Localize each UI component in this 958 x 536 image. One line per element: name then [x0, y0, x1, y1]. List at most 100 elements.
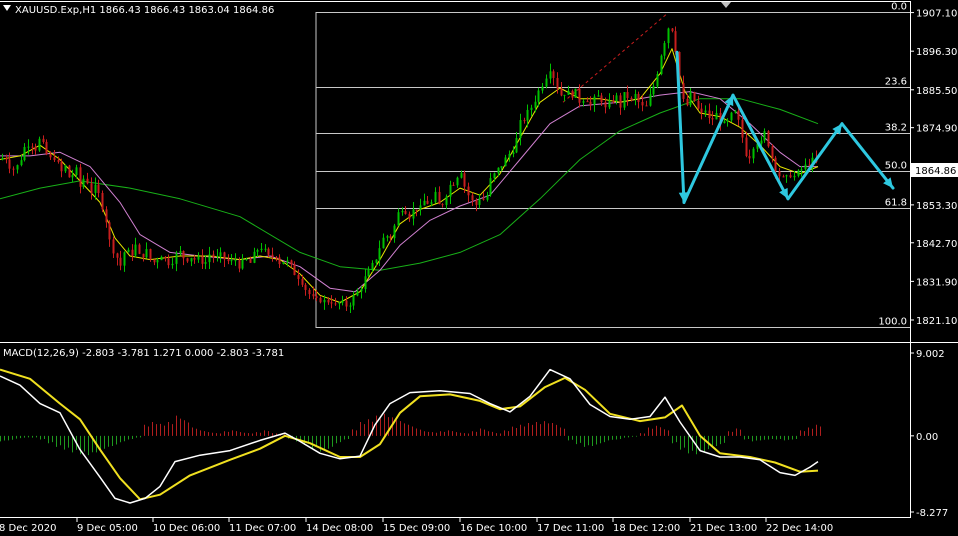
candle-body: [5, 158, 8, 160]
candle-body: [500, 166, 503, 168]
candle-body: [401, 211, 404, 213]
candle-body: [408, 213, 411, 219]
candle-body: [315, 296, 318, 298]
candle-body: [715, 112, 718, 120]
candle-body: [223, 252, 226, 260]
candle-body: [434, 191, 437, 203]
price-tick-label: 1853.30: [916, 201, 957, 212]
candle-body: [471, 195, 474, 201]
candle-body: [574, 88, 577, 98]
macd-tick-label: 9.002: [916, 349, 945, 360]
candle-body: [297, 275, 300, 279]
candle-body: [179, 251, 182, 254]
candle-body: [212, 254, 215, 258]
candle-body: [312, 294, 315, 297]
candle-body: [371, 262, 374, 270]
candle-body: [430, 202, 433, 204]
candle-body: [341, 300, 344, 303]
candle-body: [774, 157, 777, 172]
candle-body: [723, 121, 726, 124]
candle-body: [116, 253, 119, 258]
candle-body: [142, 253, 145, 258]
candle-body: [68, 165, 71, 178]
candle-body: [519, 120, 522, 139]
candle-body: [745, 137, 748, 157]
candle-body: [245, 259, 248, 261]
candle-body: [108, 222, 111, 240]
candle-body: [219, 252, 222, 257]
candle-body: [16, 165, 19, 170]
candle-body: [275, 257, 278, 259]
fib-level-label: 38.2: [885, 123, 907, 134]
candle-body: [282, 262, 285, 265]
candle-body: [60, 161, 63, 172]
candle-body: [608, 100, 611, 108]
candle-body: [689, 92, 692, 106]
candle-body: [216, 256, 219, 258]
candle-body: [600, 95, 603, 103]
candle-body: [253, 251, 256, 263]
candle-body: [378, 248, 381, 260]
candle-body: [264, 248, 267, 250]
candle-body: [127, 249, 130, 253]
candle-body: [160, 256, 163, 261]
candle-body: [338, 302, 341, 304]
candle-body: [419, 205, 422, 210]
candle-body: [563, 94, 566, 96]
candle-body: [797, 170, 800, 176]
candle-body: [626, 92, 629, 98]
price-tick-label: 1896.30: [916, 47, 957, 58]
candle-body: [663, 43, 666, 56]
fib-level-label: 61.8: [885, 198, 907, 209]
candle-body: [604, 102, 607, 108]
candle-body: [804, 164, 807, 170]
candle-body: [660, 55, 663, 75]
candle-body: [785, 175, 788, 177]
candle-body: [134, 244, 137, 256]
candle-body: [426, 200, 429, 204]
price-tick-label: 1874.90: [916, 124, 957, 135]
candle-body: [323, 299, 326, 303]
candle-body: [686, 98, 689, 106]
time-tick-label: 11 Dec 07:00: [229, 523, 296, 534]
fib-level-label: 23.6: [885, 77, 907, 88]
candle-body: [330, 302, 333, 304]
candle-body: [230, 260, 233, 262]
candle-body: [90, 183, 93, 193]
price-tick-label: 1907.10: [916, 9, 957, 20]
candle-body: [586, 101, 589, 103]
candle-body: [737, 110, 740, 120]
candle-body: [290, 260, 293, 265]
candle-body: [526, 109, 529, 121]
candle-body: [634, 93, 637, 99]
candle-body: [763, 131, 766, 141]
candle-body: [386, 236, 389, 238]
candle-body: [38, 138, 41, 151]
candle-body: [467, 186, 470, 196]
candle-body: [523, 120, 526, 122]
macd-title: MACD(12,26,9) -2.803 -3.781 1.271 0.000 …: [3, 348, 284, 359]
price-tick-label: 1831.90: [916, 277, 957, 288]
macd-tick-label: -8.277: [916, 508, 948, 519]
candle-body: [482, 198, 485, 200]
candle-body: [352, 295, 355, 306]
candle-body: [760, 140, 763, 144]
fib-level-label: 100.0: [878, 317, 907, 328]
candle-body: [349, 305, 352, 307]
candle-body: [767, 131, 770, 147]
candle-body: [286, 260, 289, 263]
candle-body: [645, 105, 648, 107]
main-chart-title: XAUUSD.Exp,H1 1866.43 1866.43 1863.04 18…: [15, 5, 274, 16]
candle-body: [301, 278, 304, 285]
chart-background: [0, 0, 958, 536]
candle-body: [456, 177, 459, 186]
candle-body: [208, 254, 211, 263]
candle-body: [711, 118, 714, 120]
time-tick-label: 8 Dec 2020: [0, 523, 57, 534]
candle-body: [234, 260, 237, 262]
candle-body: [86, 178, 89, 184]
candle-body: [730, 112, 733, 121]
candle-body: [27, 146, 30, 148]
candle-body: [382, 237, 385, 249]
candle-body: [227, 259, 230, 262]
